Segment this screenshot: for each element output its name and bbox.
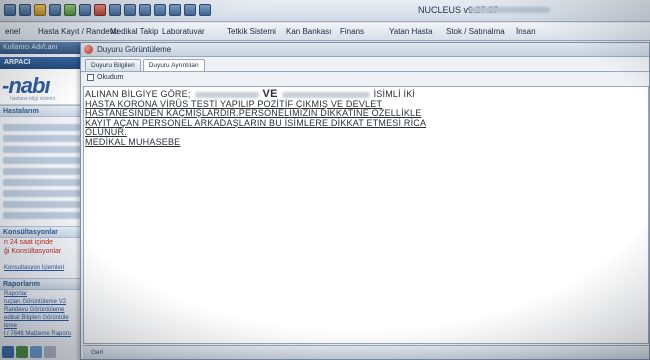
dialog-title: Duyuru Görüntüleme (97, 45, 172, 54)
report-link[interactable]: Randevu Görüntüleme (0, 306, 83, 314)
menu-item[interactable]: Finans (340, 27, 364, 36)
consult-notice-line1: n 24 saat içinde (4, 239, 54, 246)
tab-announcement-details[interactable]: Duyuru Ayrıntıları (142, 59, 205, 71)
list-item[interactable] (3, 135, 80, 142)
tab-divider (81, 71, 649, 72)
mail-icon[interactable] (139, 4, 151, 16)
list-item[interactable] (3, 212, 80, 219)
redacted-name-2 (281, 91, 370, 98)
mail-icon[interactable] (30, 346, 42, 358)
menu-item[interactable]: Hasta Kayıt / Randevu (38, 27, 118, 36)
title-redacted (470, 7, 550, 13)
folder-icon[interactable] (34, 4, 46, 16)
report-link[interactable]: edikal Bilgileri Görüntüle (0, 314, 83, 322)
list-item[interactable] (3, 190, 80, 197)
reports-links: Raporlar ruçları Görüntüleme V2 Randevu Gö… (0, 290, 83, 338)
message-signature: MEDİKAL MUHASEBE (85, 136, 181, 147)
add-icon[interactable] (64, 4, 76, 16)
message-line-1-start: ALINAN BİLGİYE GÖRE; (85, 89, 191, 99)
title-bar: NUCLEUS v9.27.37 - (0, 0, 650, 22)
patients-list (0, 117, 83, 226)
list-item[interactable] (3, 157, 80, 164)
sidebar: Kullanıcı Adı/Lanı ARPACI -nabı hastane … (0, 42, 84, 360)
screen: NUCLEUS v9.27.37 - enel Hasta Kayıt / Ran… (0, 0, 650, 360)
main-menu: enel Hasta Kayıt / Randevu Medikal Takip La… (0, 23, 650, 41)
dialog-tabs: Duyuru Bilgileri Duyuru Ayrıntıları (85, 59, 205, 71)
menu-item[interactable]: Yatan Hasta (389, 27, 432, 36)
quick-access-toolbar (4, 4, 211, 16)
read-checkbox-row[interactable]: Okudum (87, 74, 123, 81)
list-item[interactable] (3, 124, 80, 131)
globe-icon[interactable] (16, 346, 28, 358)
help-icon[interactable] (199, 4, 211, 16)
message-line-4: KAYIT AÇAN PERSONEL ARKADAŞLARIN BU İSİM… (85, 117, 427, 128)
dialog-footer: Geri (83, 345, 649, 359)
list-item[interactable] (3, 168, 80, 175)
report-link[interactable]: ruçları Görüntüleme V2 (0, 298, 83, 306)
menu-item[interactable]: Kan Bankası (286, 27, 331, 36)
user-bar: Kullanıcı Adı/Lanı (0, 42, 83, 54)
list-item[interactable] (3, 179, 80, 186)
user-icon[interactable] (124, 4, 136, 16)
consultation-actions-link[interactable]: Konsultasyon İşlemleri (0, 264, 83, 272)
report-link[interactable]: Raporlar (0, 290, 83, 298)
menu-item[interactable]: Laboratuvar (162, 27, 205, 36)
message-line-1-end: İSİMLİ İKİ (373, 89, 416, 99)
lock-icon[interactable] (184, 4, 196, 16)
home-icon[interactable] (4, 4, 16, 16)
logo-subtitle: hastane bilgi sistemi (10, 96, 56, 102)
dialog-title-bar: Duyuru Görüntüleme (81, 43, 649, 57)
consult-notice-line2: ği Konsültasyonlar (4, 248, 62, 255)
sidebar-bottom-icons (2, 346, 56, 358)
menu-item[interactable]: Tetkik Sistemi (227, 27, 276, 36)
report-link[interactable]: leme (0, 322, 83, 330)
reports-header[interactable]: Raporlarım (0, 278, 83, 290)
back-button[interactable]: Geri (91, 349, 103, 356)
read-checkbox[interactable] (87, 74, 94, 81)
printer-icon[interactable] (19, 4, 31, 16)
chart-icon[interactable] (154, 4, 166, 16)
read-checkbox-label: Okudum (97, 74, 124, 81)
list-item[interactable] (3, 201, 80, 208)
menu-item[interactable]: enel (5, 27, 20, 36)
settings-icon[interactable] (109, 4, 121, 16)
list-item[interactable] (3, 146, 80, 153)
tab-announcement-info[interactable]: Duyuru Bilgileri (85, 59, 141, 71)
menu-item[interactable]: İnsan (516, 27, 536, 36)
announcement-icon (84, 45, 93, 54)
announcement-text-area[interactable]: ALINAN BİLGİYE GÖRE; VE İSİMLİ İKİ HASTA K… (83, 86, 649, 344)
announcement-message: ALINAN BİLGİYE GÖRE; VE İSİMLİ İKİ HASTA K… (84, 89, 427, 148)
branch-label: ARPACI (0, 57, 83, 69)
menu-item[interactable]: Stok / Satınalma (446, 27, 505, 36)
search-icon[interactable] (169, 4, 181, 16)
patients-header[interactable]: Hastalarım (0, 105, 83, 117)
report-link[interactable]: l / 7846 Malzeme Raporu (0, 330, 83, 338)
menu-item[interactable]: Medikal Takip (110, 27, 158, 36)
redacted-name-1 (194, 91, 259, 98)
consultations-header[interactable]: Konsültasyonlar (0, 226, 83, 238)
close-icon[interactable] (94, 4, 106, 16)
refresh-icon[interactable] (49, 4, 61, 16)
calendar-icon[interactable] (79, 4, 91, 16)
add-icon[interactable] (2, 346, 14, 358)
logo: -nabı hastane bilgi sistemi (0, 69, 83, 105)
settings-icon[interactable] (44, 346, 56, 358)
announcement-dialog: Duyuru Görüntüleme Duyuru Bilgileri Duyu… (80, 42, 650, 360)
